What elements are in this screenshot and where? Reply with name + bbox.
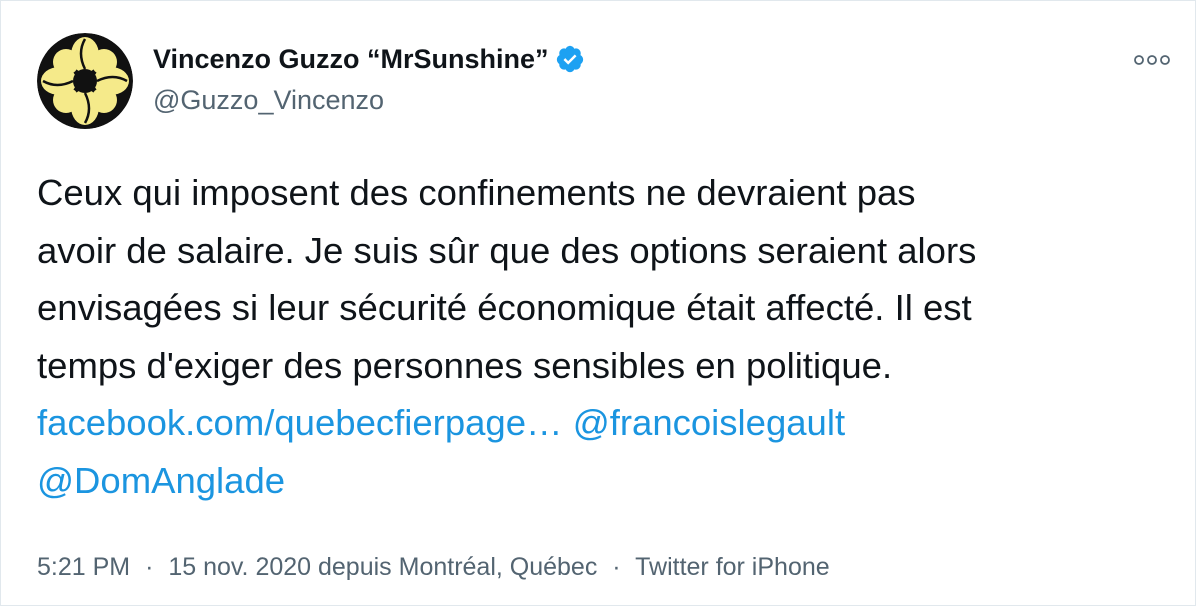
external-url-link[interactable]: facebook.com/quebecfierpage… xyxy=(37,402,563,443)
author-name-row: Vincenzo Guzzo “MrSunshine” xyxy=(153,41,585,77)
verified-badge-icon xyxy=(555,44,585,74)
tweet-text-line: avoir de salaire. Je suis sûr que des op… xyxy=(37,229,977,271)
meta-separator: · xyxy=(145,553,154,581)
tweet-source[interactable]: Twitter for iPhone xyxy=(635,553,830,581)
tweet-metadata: 5:21 PM · 15 nov. 2020 depuis Montréal, … xyxy=(37,549,830,585)
meta-separator: · xyxy=(612,553,621,581)
author-display-name[interactable]: Vincenzo Guzzo “MrSunshine” xyxy=(153,41,549,77)
mention-link-domanglade[interactable]: @DomAnglade xyxy=(37,460,285,501)
author-handle[interactable]: @Guzzo_Vincenzo xyxy=(153,82,384,118)
avatar[interactable] xyxy=(37,33,133,129)
tweet-card: Vincenzo Guzzo “MrSunshine” @Guzzo_Vince… xyxy=(0,0,1196,606)
tweet-date-location[interactable]: 15 nov. 2020 depuis Montréal, Québec xyxy=(168,553,597,581)
tweet-text-line: envisagées si leur sécurité économique é… xyxy=(37,287,972,328)
tweet-text-line: temps d'exiger des personnes sensibles e… xyxy=(37,344,893,386)
tweet-text-line: Ceux qui imposent des confinements ne de… xyxy=(37,172,916,213)
tweet-time[interactable]: 5:21 PM xyxy=(37,553,130,581)
more-options-icon[interactable] xyxy=(1131,45,1173,75)
tweet-text: Ceux qui imposent des confinements ne de… xyxy=(37,164,1177,509)
tweet-links-line: facebook.com/quebecfierpage… @francoisle… xyxy=(37,394,1177,452)
yellow-flower-avatar-icon xyxy=(37,33,133,129)
mention-link-francoislegault[interactable]: @francoislegault xyxy=(573,402,845,443)
tweet-links-line: @DomAnglade xyxy=(37,452,1177,510)
